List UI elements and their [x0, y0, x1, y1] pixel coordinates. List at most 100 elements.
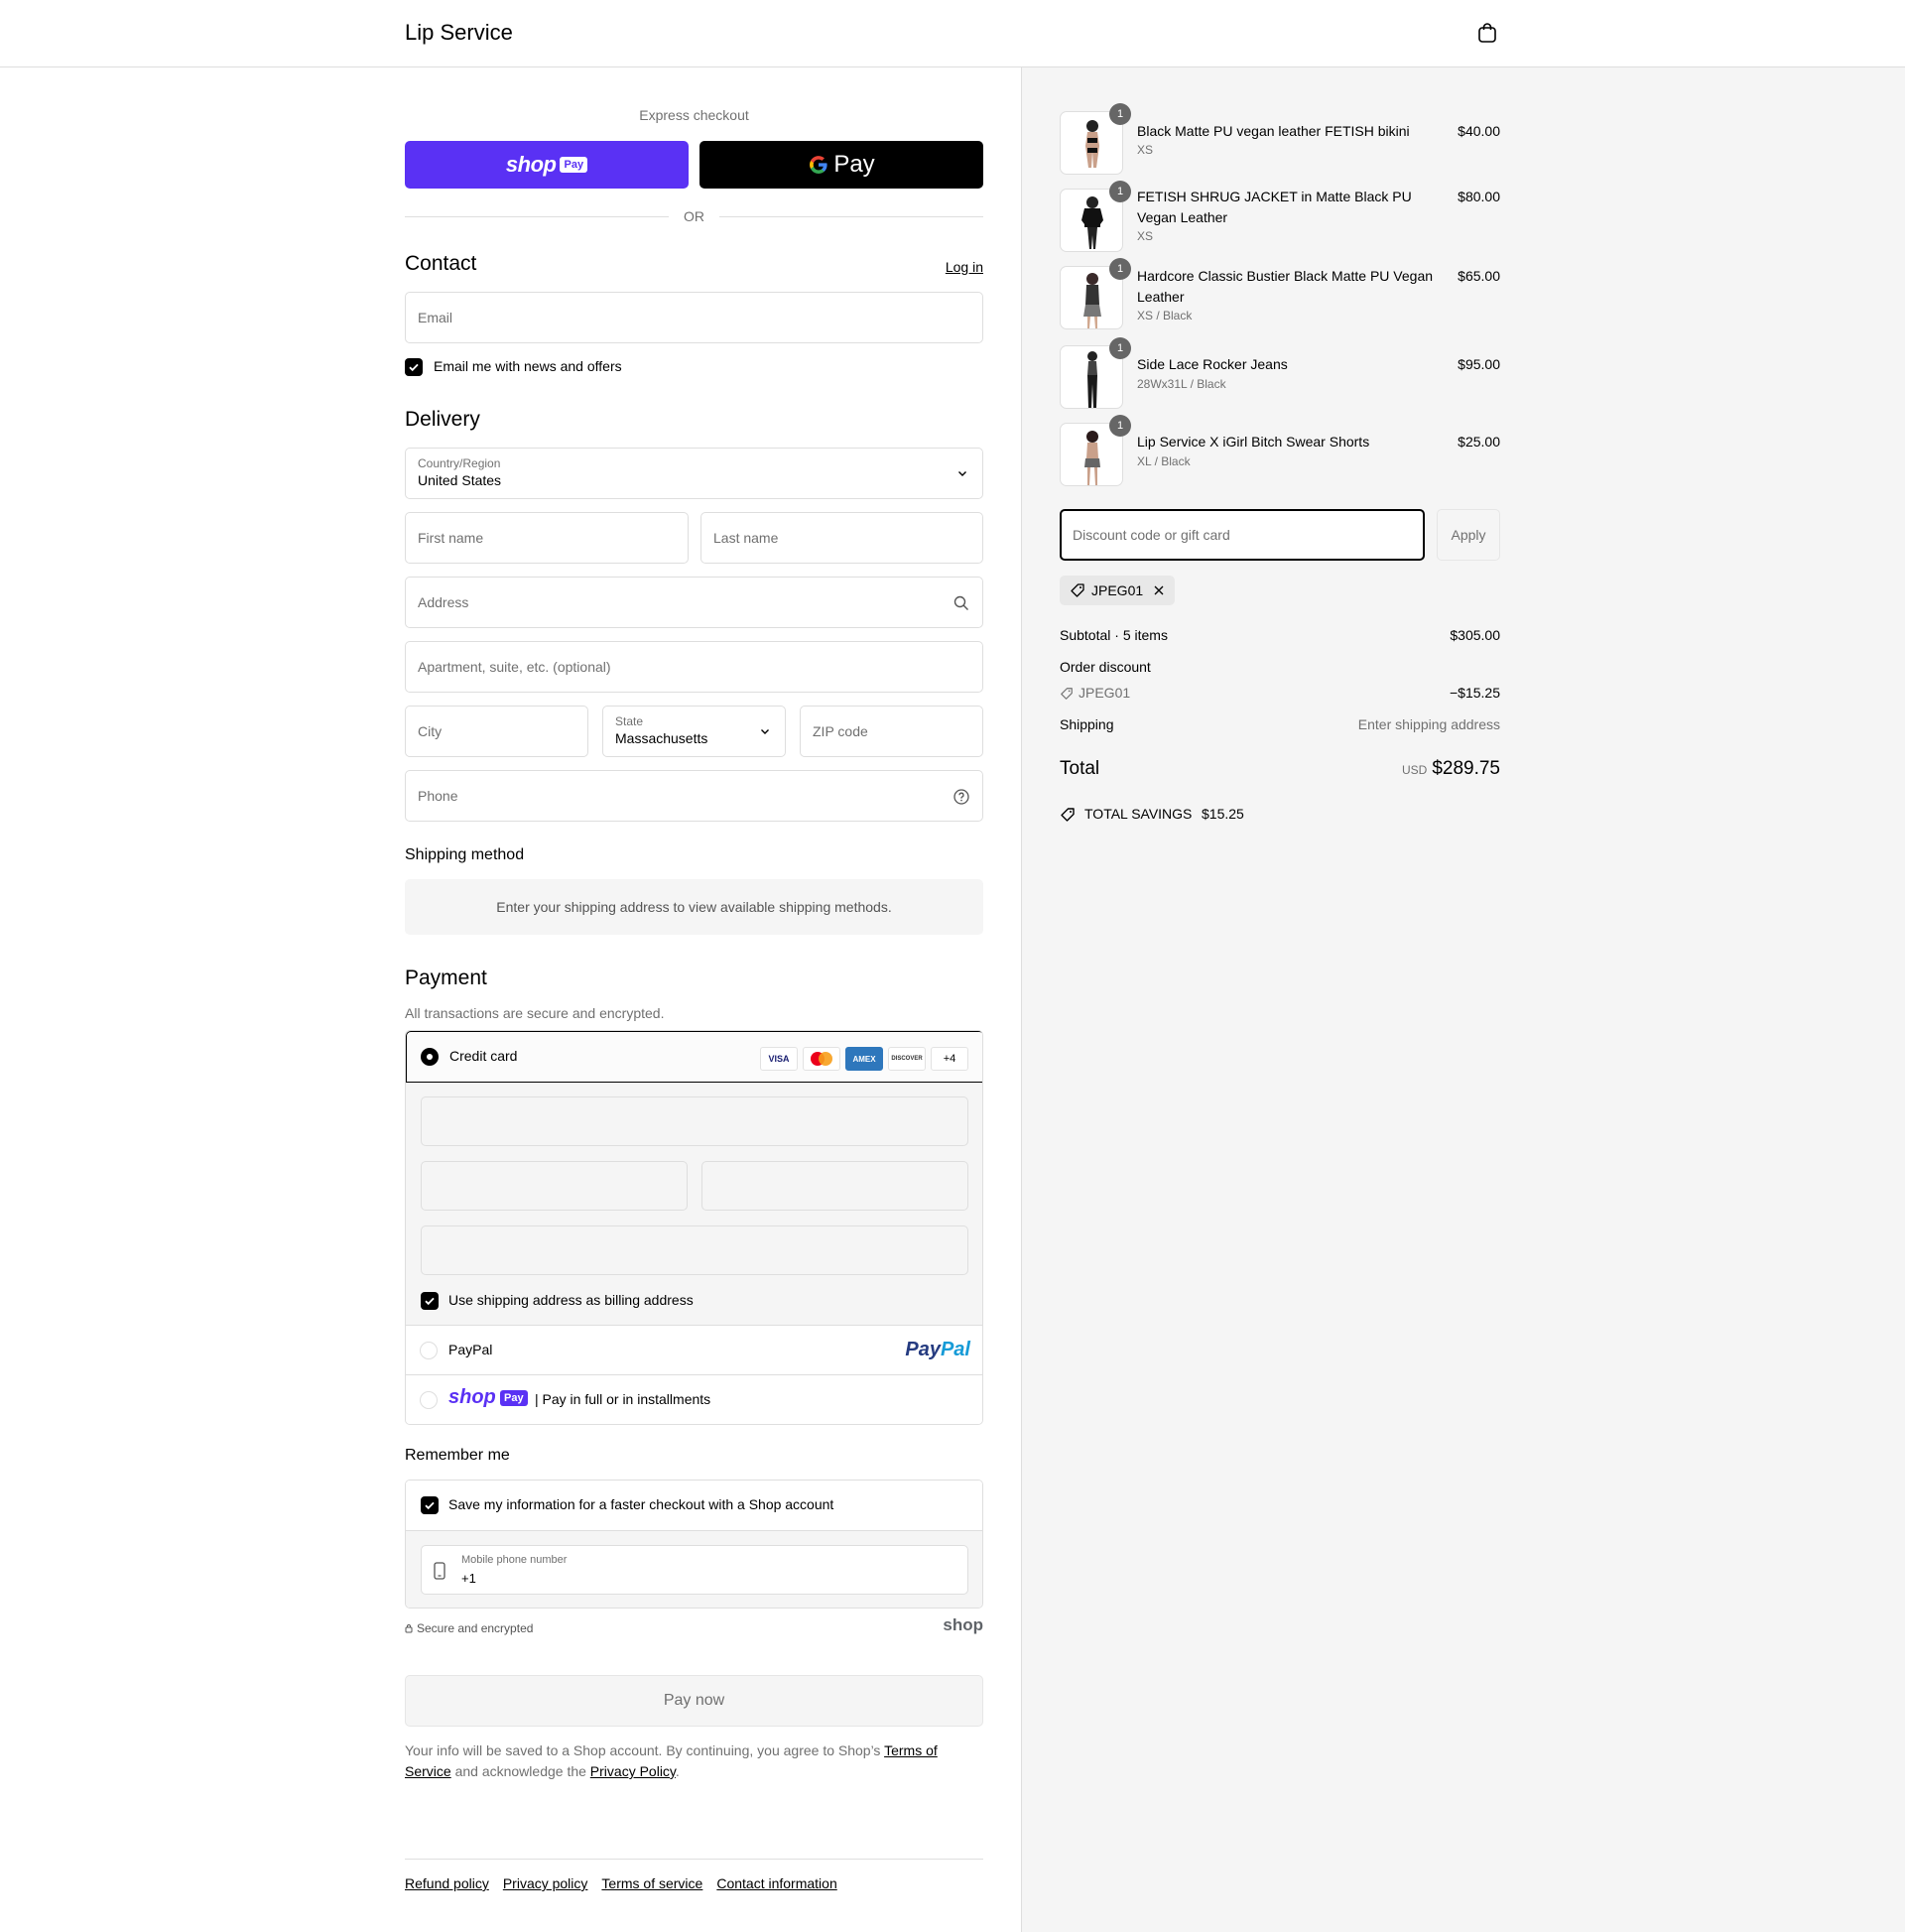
address-field[interactable]: Address — [405, 577, 983, 628]
chevron-down-icon — [761, 729, 769, 734]
brand-logo[interactable]: Lip Service — [405, 20, 513, 46]
product-variant: XS — [1137, 229, 1154, 243]
paypal-option[interactable]: PayPal PayPal — [406, 1325, 982, 1374]
card-number-field[interactable] — [421, 1096, 968, 1146]
country-label: Country/Region — [418, 456, 501, 470]
or-divider: OR — [405, 206, 983, 226]
product-variant: XL / Black — [1137, 454, 1191, 468]
header: Lip Service — [0, 0, 1905, 67]
remove-discount-icon[interactable] — [1153, 584, 1165, 596]
email-field[interactable]: Email — [405, 292, 983, 343]
shop-pay-installments-option[interactable]: shop Pay | Pay in full or in installment… — [406, 1374, 982, 1424]
shop-pay-radio[interactable] — [420, 1391, 438, 1409]
credit-card-option[interactable]: Credit card VISA AMEX DISCOVER +4 — [406, 1031, 982, 1083]
product-thumbnail: 1 — [1060, 181, 1131, 252]
shipping-row: Shipping Enter shipping address — [1060, 716, 1500, 732]
address-placeholder: Address — [418, 594, 469, 610]
order-discount-row: Order discount — [1060, 659, 1500, 675]
google-pay-label: Pay — [833, 151, 875, 178]
news-checkbox-label: Email me with news and offers — [434, 358, 622, 374]
product-price: $40.00 — [1458, 123, 1500, 139]
discount-code-placeholder: Discount code or gift card — [1073, 527, 1230, 543]
product-price: $95.00 — [1458, 356, 1500, 372]
zip-field[interactable]: ZIP code — [800, 706, 983, 757]
country-select[interactable]: Country/Region United States — [405, 448, 983, 499]
apartment-field[interactable]: Apartment, suite, etc. (optional) — [405, 641, 983, 693]
google-g-icon — [808, 154, 829, 176]
quantity-badge: 1 — [1109, 337, 1131, 359]
paypal-radio[interactable] — [420, 1342, 438, 1359]
search-icon — [953, 595, 968, 610]
product-thumbnail: 1 — [1060, 258, 1131, 329]
privacy-policy-footer-link[interactable]: Privacy policy — [503, 1875, 588, 1891]
last-name-placeholder: Last name — [713, 530, 779, 546]
product-variant: 28Wx31L / Black — [1137, 377, 1226, 391]
paypal-logo: PayPal — [905, 1339, 970, 1360]
remember-me-box: Save my information for a faster checkou… — [405, 1480, 983, 1609]
shop-pay-button[interactable]: shop Pay — [405, 141, 689, 189]
credit-card-form: Use shipping address as billing address — [406, 1083, 982, 1325]
shop-pay-installments-label: | Pay in full or in installments — [535, 1391, 711, 1407]
city-placeholder: City — [418, 723, 443, 739]
state-select[interactable]: State Massachusetts — [602, 706, 786, 757]
last-name-field[interactable]: Last name — [700, 512, 983, 564]
subtotal-label: Subtotal · 5 items — [1060, 627, 1168, 643]
login-link[interactable]: Log in — [946, 259, 983, 275]
pay-now-button[interactable]: Pay now — [405, 1675, 983, 1727]
product-thumbnail: 1 — [1060, 337, 1131, 409]
secure-note: Secure and encrypted — [405, 1621, 533, 1635]
card-name-field[interactable] — [421, 1225, 968, 1275]
delivery-title: Delivery — [405, 408, 480, 431]
quantity-badge: 1 — [1109, 103, 1131, 125]
shop-logo: shop — [943, 1615, 983, 1634]
discover-icon: DISCOVER — [888, 1047, 926, 1071]
paypal-label: PayPal — [448, 1342, 493, 1357]
product-name: Side Lace Rocker Jeans — [1137, 356, 1288, 372]
amex-icon: AMEX — [845, 1047, 883, 1071]
shop-pay-wordmark: shop — [448, 1386, 496, 1408]
shopping-bag-icon[interactable] — [1475, 21, 1499, 45]
total-savings-value: $15.25 — [1202, 806, 1244, 822]
product-price: $25.00 — [1458, 434, 1500, 450]
shipping-method-title: Shipping method — [405, 846, 525, 863]
payment-title: Payment — [405, 966, 487, 989]
phone-field[interactable]: Phone — [405, 770, 983, 822]
applied-discount-chip: JPEG01 — [1060, 576, 1175, 605]
product-name: Hardcore Classic Bustier Black Matte PU … — [1137, 268, 1434, 305]
card-expiry-field[interactable] — [421, 1161, 688, 1211]
mobile-phone-field[interactable]: Mobile phone number +1 — [421, 1545, 968, 1595]
news-checkbox[interactable] — [405, 358, 423, 376]
subtotal-value: $305.00 — [1450, 627, 1500, 643]
mobile-phone-label: Mobile phone number — [461, 1554, 568, 1566]
shipping-label: Shipping — [1060, 716, 1114, 732]
billing-address-label: Use shipping address as billing address — [448, 1292, 694, 1308]
city-field[interactable]: City — [405, 706, 588, 757]
discount-value: −$15.25 — [1450, 685, 1500, 701]
discount-code-label: JPEG01 — [1079, 685, 1131, 701]
apply-discount-button[interactable]: Apply — [1437, 509, 1500, 561]
terms-of-service-footer-link[interactable]: Terms of service — [601, 1875, 702, 1891]
google-pay-button[interactable]: Pay — [699, 141, 983, 189]
refund-policy-link[interactable]: Refund policy — [405, 1875, 489, 1891]
email-placeholder: Email — [418, 310, 453, 325]
save-info-label: Save my information for a faster checkou… — [448, 1496, 834, 1512]
mobile-phone-value: +1 — [461, 1571, 476, 1586]
order-summary-panel — [1021, 67, 1905, 1932]
contact-title: Contact — [405, 252, 477, 275]
credit-card-radio[interactable] — [421, 1048, 439, 1066]
billing-address-checkbox[interactable] — [421, 1292, 439, 1310]
save-info-checkbox[interactable] — [421, 1496, 439, 1514]
help-circle-icon[interactable] — [952, 788, 970, 806]
contact-information-link[interactable]: Contact information — [716, 1875, 836, 1891]
first-name-field[interactable]: First name — [405, 512, 689, 564]
discount-code-input[interactable]: Discount code or gift card — [1060, 509, 1425, 561]
privacy-policy-link[interactable]: Privacy Policy — [590, 1763, 676, 1779]
tag-icon — [1061, 688, 1073, 700]
credit-card-label: Credit card — [449, 1048, 518, 1064]
product-name: Lip Service X iGirl Bitch Swear Shorts — [1137, 434, 1370, 450]
card-security-code-field[interactable] — [701, 1161, 968, 1211]
currency-code: USD — [1401, 763, 1428, 777]
legal-text: Your info will be saved to a Shop accoun… — [405, 1742, 938, 1779]
product-variant: XS / Black — [1137, 309, 1193, 322]
total-row: Total USD $289.75 — [1060, 758, 1500, 788]
